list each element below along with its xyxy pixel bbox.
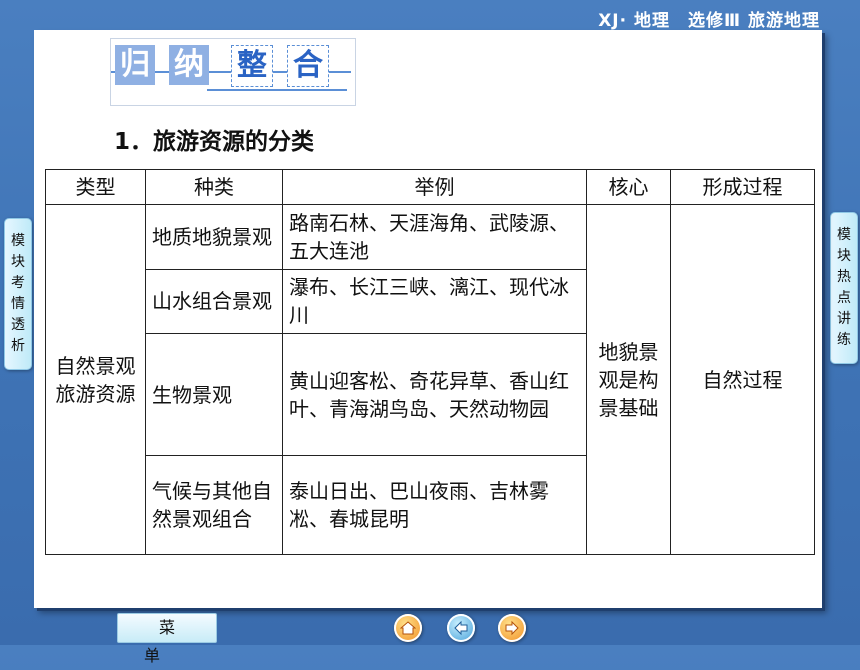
table-header-row: 类型 种类 举例 核心 形成过程 (45, 168, 815, 206)
example-cell: 路南石林、天涯海角、武陵源、五大连池 (282, 204, 587, 270)
tab-char: 讲 (837, 311, 851, 327)
summary-banner: 归 纳 整 合 (110, 38, 356, 106)
banner-line (207, 89, 347, 91)
header-kind: 种类 (145, 168, 283, 206)
banner-char: 归 (115, 45, 155, 85)
forward-icon-glyph (505, 620, 519, 636)
banner-char: 合 (287, 45, 329, 87)
module-hotspot-practice-tab[interactable]: 模 块 热 点 讲 练 (830, 212, 858, 364)
section-heading: 1．旅游资源的分类 (114, 129, 315, 155)
forward-icon[interactable] (498, 614, 526, 642)
module-exam-analysis-tab[interactable]: 模 块 考 情 透 析 (4, 218, 32, 370)
example-cell: 泰山日出、巴山夜雨、吉林雾凇、春城昆明 (282, 455, 587, 555)
process-cell: 自然过程 (670, 204, 815, 555)
tab-char: 块 (11, 254, 25, 270)
tab-char: 情 (11, 296, 25, 312)
header-core: 核心 (586, 168, 671, 206)
header-example: 举例 (282, 168, 587, 206)
table-row: 自然景观旅游资源 地质地貌景观 路南石林、天涯海角、武陵源、五大连池 地貌景观是… (45, 204, 815, 555)
back-icon[interactable] (447, 614, 475, 642)
tab-char: 练 (837, 332, 851, 348)
tab-char: 析 (11, 338, 25, 354)
tab-char: 透 (11, 317, 25, 333)
tab-char: 考 (11, 275, 25, 291)
course-title: XJ· 地理 选修Ⅲ 旅游地理 (598, 11, 820, 31)
home-icon-glyph (400, 621, 416, 635)
header-type: 类型 (45, 168, 146, 206)
kind-cell: 气候与其他自然景观组合 (145, 455, 283, 555)
type-cell: 自然景观旅游资源 (45, 204, 146, 555)
back-icon-glyph (454, 620, 468, 636)
tourism-resource-table: 类型 种类 举例 核心 形成过程 自然景观旅游资源 地质地貌景观 路南石林、天涯… (45, 168, 815, 555)
kind-cell: 地质地貌景观 (145, 204, 283, 270)
menu-button[interactable]: 菜单 (117, 613, 217, 665)
banner-char: 整 (231, 45, 273, 87)
tab-char: 点 (837, 290, 851, 306)
example-cell: 黄山迎客松、奇花异草、香山红叶、青海湖鸟岛、天然动物园 (282, 332, 587, 457)
core-cell: 地貌景观是构景基础 (586, 204, 671, 555)
banner-char: 纳 (169, 45, 209, 85)
tab-char: 热 (837, 269, 851, 285)
example-cell: 瀑布、长江三峡、漓江、现代冰川 (282, 268, 587, 334)
kind-cell: 山水组合景观 (145, 268, 283, 334)
tab-char: 模 (11, 233, 25, 249)
slide-content: 归 纳 整 合 1．旅游资源的分类 类型 种类 举例 核心 形成过程 自然景观旅… (34, 30, 822, 608)
tab-char: 模 (837, 227, 851, 243)
home-icon[interactable] (394, 614, 422, 642)
kind-cell: 生物景观 (145, 332, 283, 457)
tab-char: 块 (837, 248, 851, 264)
header-process: 形成过程 (670, 168, 815, 206)
